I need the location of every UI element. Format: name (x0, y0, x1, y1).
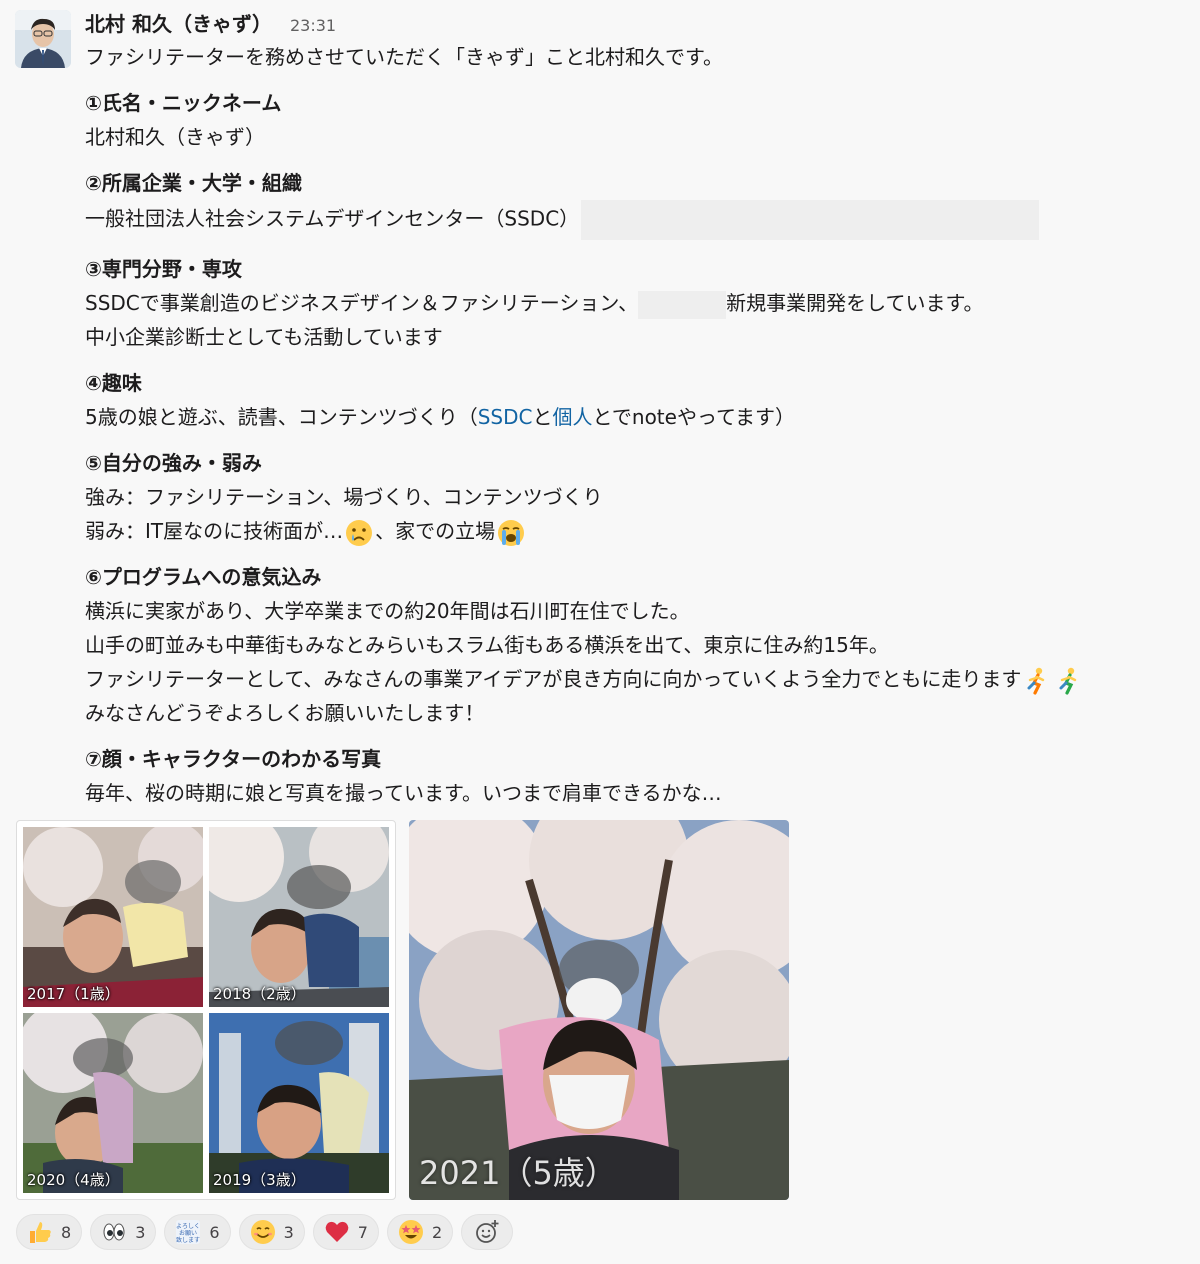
section-4-text-b: と (532, 405, 553, 429)
section-7-title: ⑦顔・キャラクターのわかる写真 (85, 747, 382, 771)
photo-caption: 2017（1歳） (27, 985, 120, 1003)
section-2-text: 一般社団法人社会システムデザインセンター（SSDC） (85, 206, 580, 231)
reaction-star-struck[interactable]: 2 (386, 1214, 454, 1250)
thumbs-up-icon (30, 1222, 51, 1243)
photo-caption: 2019（3歳） (213, 1171, 306, 1189)
smile-icon (250, 1220, 275, 1244)
section-4-line: 5歳の娘と遊ぶ、読書、コンテンツづくり（SSDCと個人とでnoteやってます） (85, 400, 1185, 434)
svg-text:致します: 致します (176, 1236, 200, 1244)
reaction-count: 7 (357, 1222, 368, 1242)
reaction-count: 2 (431, 1222, 443, 1242)
reaction-bar: 8 3 よろしく お願い 致します 6 3 7 2 (16, 1214, 514, 1250)
section-1-text: 北村和久（きゃず） (85, 125, 265, 149)
section-5-line-2: 弱み：IT屋なのに技術面が… 、家での立場 (85, 514, 1185, 548)
runner-icon (1022, 666, 1052, 696)
photo-2019: 2019（3歳） (209, 1013, 389, 1193)
section-7-text: 毎年、桜の時期に娘と写真を撮っています。いつまで肩車できるかな… (85, 781, 722, 805)
photo-caption: 2018（2歳） (213, 985, 306, 1003)
section-6-text-2: 山手の町並みも中華街もみなとみらいもスラム街もある横浜を出て、東京に住み約15年… (85, 633, 889, 657)
section-3-text-2: 中小企業診断士としても活動しています (85, 325, 443, 349)
avatar[interactable] (15, 10, 71, 68)
star-struck-icon (398, 1220, 423, 1244)
section-5-text-1: 強み：ファシリテーション、場づくり、コンテンツづくり (85, 485, 603, 509)
section-6-line-3: ファシリテーターとして、みなさんの事業アイデアが良き方向に向かっていくよう全力で… (85, 662, 1185, 696)
reaction-count: 3 (283, 1222, 294, 1242)
section-2-title: ②所属企業・大学・組織 (85, 171, 302, 195)
section-6-title: ⑥プログラムへの意気込み (85, 565, 322, 589)
section-4-title: ④趣味 (85, 371, 142, 395)
ssdc-note-link[interactable]: SSDC (478, 405, 533, 429)
section-6-text-4: みなさんどうぞよろしくお願いいたします！ (85, 701, 485, 725)
svg-text:お願い: お願い (179, 1230, 197, 1237)
svg-text:よろしく: よろしく (176, 1223, 200, 1230)
photo-2020: 2020（4歳） (23, 1013, 203, 1193)
section-1-title: ①氏名・ニックネーム (85, 91, 282, 115)
section-5-text-2a: 弱み：IT屋なのに技術面が… (85, 519, 344, 543)
section-6-text-1: 横浜に実家があり、大学卒業までの約20年間は石川町在住でした。 (85, 599, 690, 623)
loudly-crying-face-icon (496, 518, 526, 548)
reaction-count: 3 (135, 1222, 146, 1242)
photo-2021[interactable]: 2021（5歳） (409, 820, 789, 1200)
section-3-text-a: SSDCで事業創造のビジネスデザイン＆ファシリテーション、 (85, 291, 639, 315)
reaction-heart[interactable]: 7 (312, 1214, 379, 1250)
reaction-count: 8 (61, 1222, 72, 1242)
section-2-line: 一般社団法人社会システムデザインセンター（SSDC） (85, 200, 1185, 240)
photo-2017: 2017（1歳） (23, 827, 203, 1007)
runner-icon (1054, 666, 1084, 696)
photo-caption: 2020（4歳） (27, 1171, 120, 1189)
redacted-block (638, 290, 727, 319)
yoroshiku-onegaishimasu-icon: よろしくお願い致します (176, 1220, 200, 1244)
add-reaction-icon (476, 1220, 499, 1243)
section-4-text-a: 5歳の娘と遊ぶ、読書、コンテンツづくり（ (85, 405, 478, 429)
section-3-title: ③専門分野・専攻 (85, 257, 242, 281)
section-5-text-2b: 、家での立場 (375, 519, 496, 543)
timestamp[interactable]: 23:31 (290, 16, 336, 35)
reaction-count: 6 (209, 1222, 220, 1242)
photo-collage[interactable]: 2017（1歳） 2018（2歳） 2020（4歳） 2019（3歳） (16, 820, 396, 1200)
redacted-block (581, 200, 1040, 240)
section-4-text-c: とでnoteやってます） (592, 405, 795, 429)
section-3-text-b: 新規事業開発をしています。 (726, 291, 984, 315)
add-reaction-button[interactable] (461, 1214, 514, 1250)
photo-caption: 2021（5歳） (419, 1154, 617, 1192)
photo-2018: 2018（2歳） (209, 827, 389, 1007)
reaction-eyes[interactable]: 3 (90, 1214, 157, 1250)
personal-note-link[interactable]: 個人 (553, 405, 593, 429)
eyes-icon (103, 1223, 125, 1241)
section-3-line: SSDCで事業創造のビジネスデザイン＆ファシリテーション、 新規事業開発をしていま… (85, 286, 1185, 320)
message-header: 北村 和久（きゃず） 23:31 (85, 8, 336, 38)
reaction-smile[interactable]: 3 (238, 1214, 305, 1250)
reaction-thumbs-up[interactable]: 8 (16, 1214, 83, 1250)
heart-icon (325, 1221, 349, 1242)
crying-face-icon (344, 518, 374, 548)
message-body: ファシリテーターを務めさせていただく「きゃず」こと北村和久です。 ①氏名・ニック… (85, 40, 1185, 810)
section-6-text-3: ファシリテーターとして、みなさんの事業アイデアが良き方向に向かっていくよう全力で… (85, 667, 1022, 691)
section-5-title: ⑤自分の強み・弱み (85, 451, 262, 475)
reaction-yoroshiku[interactable]: よろしく お願い 致します 6 (164, 1214, 231, 1250)
intro-text: ファシリテーターを務めさせていただく「きゃず」こと北村和久です。 (85, 45, 723, 69)
author-name[interactable]: 北村 和久（きゃず） (85, 8, 272, 37)
